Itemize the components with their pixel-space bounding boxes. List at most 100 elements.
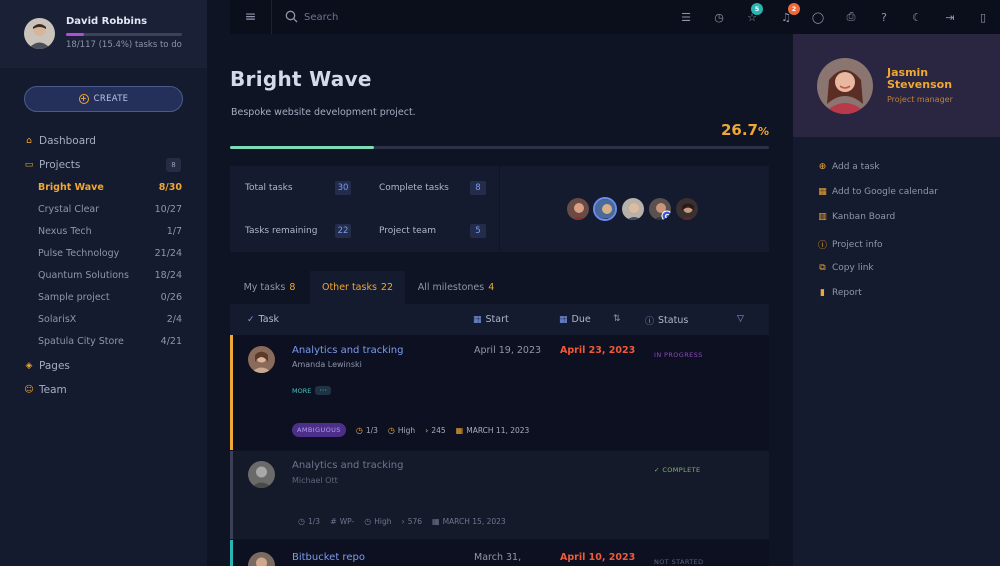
search-icon bbox=[285, 10, 298, 23]
project-manager-role: Project manager bbox=[887, 95, 953, 104]
tab-other-tasks[interactable]: Other tasks 22 bbox=[310, 271, 405, 304]
action-label: Add a task bbox=[832, 162, 880, 172]
task-assignee: Michael Ott bbox=[292, 476, 338, 485]
project-percent: 26.7% bbox=[721, 121, 769, 139]
team-member-avatar[interactable] bbox=[675, 197, 699, 221]
nav-team[interactable]: ☺ Team bbox=[24, 384, 67, 396]
team-member-avatar[interactable] bbox=[621, 197, 645, 221]
project-count: 4/21 bbox=[160, 336, 182, 347]
filter-icon[interactable]: ▽ bbox=[737, 314, 744, 324]
column-task-label: Task bbox=[258, 314, 280, 325]
points-value: 576 bbox=[407, 517, 423, 526]
menu-button[interactable]: ≡ bbox=[230, 0, 272, 34]
task-title[interactable]: Analytics and tracking bbox=[292, 460, 404, 471]
help-icon[interactable]: ? bbox=[877, 10, 891, 24]
project-item-quantum-solutions[interactable]: Quantum Solutions 18/24 bbox=[38, 270, 182, 284]
chart-icon: ▮ bbox=[820, 288, 825, 298]
more-label: MORE bbox=[292, 386, 312, 395]
column-due[interactable]: ▦ Due bbox=[559, 314, 591, 325]
report-action[interactable]: ▮ Report bbox=[818, 288, 862, 298]
hash-icon: # bbox=[330, 517, 337, 526]
team-member-avatar[interactable]: C bbox=[648, 197, 672, 221]
user-avatar[interactable] bbox=[24, 18, 55, 49]
project-description: Bespoke website development project. bbox=[231, 107, 416, 118]
folder-icon: ▭ bbox=[24, 160, 34, 170]
task-title[interactable]: Analytics and tracking bbox=[292, 345, 404, 356]
copy-link-action[interactable]: ⧉ Copy link bbox=[818, 263, 874, 273]
priority-meta: ◷ High bbox=[364, 517, 391, 526]
info-icon: ⓘ bbox=[818, 241, 828, 251]
action-label: Copy link bbox=[832, 263, 874, 273]
subtasks-value: 1/3 bbox=[365, 425, 378, 435]
user-task-progress bbox=[66, 33, 182, 36]
printer-icon[interactable]: ⎙ bbox=[844, 10, 858, 24]
project-item-pulse-technology[interactable]: Pulse Technology 21/24 bbox=[38, 248, 182, 262]
project-item-crystal-clear[interactable]: Crystal Clear 10/27 bbox=[38, 204, 182, 218]
assignee-avatar[interactable] bbox=[248, 461, 275, 488]
chat-icon[interactable]: ◯ bbox=[811, 10, 825, 24]
project-name: Quantum Solutions bbox=[38, 270, 130, 281]
chevron-right-icon: › bbox=[401, 517, 405, 526]
star-badge: 5 bbox=[751, 3, 763, 15]
flag-icon: ◷ bbox=[364, 517, 372, 526]
kanban-board-action[interactable]: ▥ Kanban Board bbox=[818, 212, 895, 222]
project-item-bright-wave[interactable]: Bright Wave 8/30 bbox=[38, 182, 182, 196]
project-item-sample-project[interactable]: Sample project 0/26 bbox=[38, 292, 182, 306]
column-task[interactable]: ✓ Task bbox=[247, 314, 279, 325]
project-item-spatula-city-store[interactable]: Spatula City Store 4/21 bbox=[38, 336, 182, 350]
tab-my-tasks[interactable]: My tasks 8 bbox=[230, 271, 309, 304]
clock-icon: ◷ bbox=[355, 425, 363, 435]
copy-icon: ⧉ bbox=[819, 263, 826, 273]
nav-projects[interactable]: ▭ Projects bbox=[24, 159, 81, 171]
calendar-icon: ▦ bbox=[473, 314, 482, 325]
moon-icon[interactable]: ☾ bbox=[910, 10, 924, 24]
tab-all-milestones[interactable]: All milestones 4 bbox=[406, 271, 506, 304]
points-meta: › 576 bbox=[401, 517, 422, 526]
status-badge: IN PROGRESS bbox=[654, 351, 703, 359]
project-count: 8/30 bbox=[158, 182, 182, 193]
action-label: Report bbox=[832, 288, 862, 298]
column-status[interactable]: ⓘ Status bbox=[645, 314, 688, 327]
more-toggle[interactable]: MORE ··· bbox=[292, 386, 331, 395]
team-member-avatar[interactable] bbox=[593, 197, 617, 221]
task-assignee: Amanda Lewinski bbox=[292, 360, 362, 369]
column-start[interactable]: ▦ Start bbox=[473, 314, 509, 325]
add-task-action[interactable]: ⊕ Add a task bbox=[818, 162, 880, 172]
project-item-solarisx[interactable]: SolarisX 2/4 bbox=[38, 314, 182, 328]
project-item-nexus-tech[interactable]: Nexus Tech 1/7 bbox=[38, 226, 182, 240]
team-member-avatar[interactable] bbox=[566, 197, 590, 221]
project-count: 10/27 bbox=[154, 204, 182, 215]
assignee-avatar[interactable] bbox=[248, 346, 275, 373]
action-label: Kanban Board bbox=[832, 212, 896, 222]
priority-meta: ◷ High bbox=[388, 426, 415, 435]
project-info-action[interactable]: ⓘ Project info bbox=[818, 238, 883, 252]
create-button[interactable]: + CREATE bbox=[24, 86, 183, 112]
clock-icon[interactable]: ◷ bbox=[712, 10, 726, 24]
nav-dashboard[interactable]: ⌂ Dashboard bbox=[24, 135, 96, 147]
filter-lines-icon[interactable]: ☰ bbox=[679, 10, 693, 24]
project-manager-avatar[interactable] bbox=[817, 58, 873, 114]
task-meta: AMBIGUOUS ◷ 1/3 ◷ High › 245 ▦ MARCH 11, 202… bbox=[292, 423, 529, 437]
status-badge: ✓ COMPLETE bbox=[654, 466, 701, 474]
nav-team-label: Team bbox=[39, 384, 67, 396]
tasks-remaining-label: Tasks remaining bbox=[245, 226, 318, 236]
panel-toggle-icon[interactable]: ▯ bbox=[976, 10, 990, 24]
nav-pages[interactable]: ◈ Pages bbox=[24, 360, 70, 372]
task-title[interactable]: Bitbucket repo bbox=[292, 552, 365, 563]
sort-icon[interactable]: ⇅ bbox=[613, 314, 621, 324]
priority-value: High bbox=[397, 425, 416, 435]
complete-tasks-label: Complete tasks bbox=[379, 183, 449, 193]
logout-icon[interactable]: ⇥ bbox=[943, 10, 957, 24]
project-progress-fill bbox=[230, 146, 374, 149]
points-meta: › 245 bbox=[425, 426, 446, 435]
subtasks-value: 1/3 bbox=[307, 517, 321, 526]
task-tag[interactable]: AMBIGUOUS bbox=[292, 423, 346, 437]
nav-pages-label: Pages bbox=[39, 360, 70, 372]
calendar-icon: ▦ bbox=[559, 314, 568, 325]
flag-icon: ◷ bbox=[387, 425, 395, 435]
total-tasks-label: Total tasks bbox=[245, 183, 293, 193]
nav-projects-label: Projects bbox=[39, 159, 81, 171]
search-input[interactable] bbox=[304, 9, 504, 25]
calendar-icon: ▦ bbox=[432, 517, 440, 526]
google-calendar-action[interactable]: ▦ Add to Google calendar bbox=[818, 187, 938, 197]
